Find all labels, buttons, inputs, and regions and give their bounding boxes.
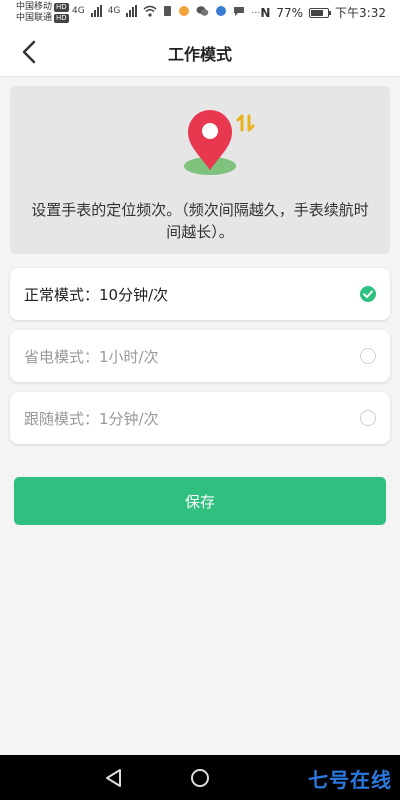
status-icons: 4G 4G …: [72, 5, 260, 17]
more-icon: …: [251, 6, 261, 16]
radio-checked-icon[interactable]: [360, 286, 376, 302]
option-label: 正常模式：10分钟/次: [24, 286, 169, 304]
carrier-2: 中国联通: [16, 13, 53, 23]
nfc-icon: N: [260, 5, 271, 20]
carrier-1: 中国移动: [16, 2, 53, 12]
option-follow-mode[interactable]: 跟随模式：1分钟/次: [10, 392, 390, 444]
hd-badge: HD: [54, 14, 69, 23]
message-icon: [234, 7, 245, 16]
option-label: 跟随模式：1分钟/次: [24, 410, 159, 428]
signal-icon: [90, 5, 102, 17]
radio-unchecked-icon[interactable]: [360, 348, 376, 364]
network-type-2: 4G: [107, 6, 121, 16]
network-type-1: 4G: [72, 6, 85, 16]
info-card: 设置手表的定位频次。（频次间隔越久，手表续航时间越长）。: [10, 86, 390, 254]
signal-icon: [126, 5, 138, 17]
option-power-saving-mode[interactable]: 省电模式：1小时/次: [10, 330, 390, 382]
carrier-info: 中国移动 HD 中国联通 HD: [16, 2, 69, 24]
status-bar: 中国移动 HD 中国联通 HD 4G 4G … N 77% 下午3:32: [0, 0, 400, 27]
app-icon: [216, 6, 227, 16]
option-normal-mode[interactable]: 正常模式：10分钟/次: [10, 268, 390, 320]
info-text: 设置手表的定位频次。（频次间隔越久，手表续航时间越长）。: [31, 201, 369, 241]
location-pin-icon: [184, 110, 255, 175]
battery-percent: 77%: [276, 5, 304, 20]
navigation-bar: 七号在线: [0, 755, 400, 800]
radio-unchecked-icon[interactable]: [360, 410, 376, 426]
watermark: 七号在线: [308, 768, 392, 792]
clock: 下午3:32: [335, 6, 386, 20]
circle-home-icon[interactable]: [187, 765, 213, 791]
wifi-icon: [143, 5, 157, 17]
save-button[interactable]: 保存: [14, 477, 386, 525]
battery-icon: [309, 7, 332, 18]
battery-fill: [311, 9, 324, 16]
option-label: 省电模式：1小时/次: [24, 348, 159, 366]
notification-icon: [164, 6, 172, 16]
page-title: 工作模式: [167, 45, 232, 64]
hd-badge: HD: [54, 3, 69, 12]
app-header: 工作模式: [0, 27, 400, 77]
app-icon: [179, 6, 190, 16]
wechat-icon: [196, 6, 209, 16]
status-right: N 77% 下午3:32: [260, 4, 386, 21]
triangle-back-icon[interactable]: [101, 765, 127, 791]
